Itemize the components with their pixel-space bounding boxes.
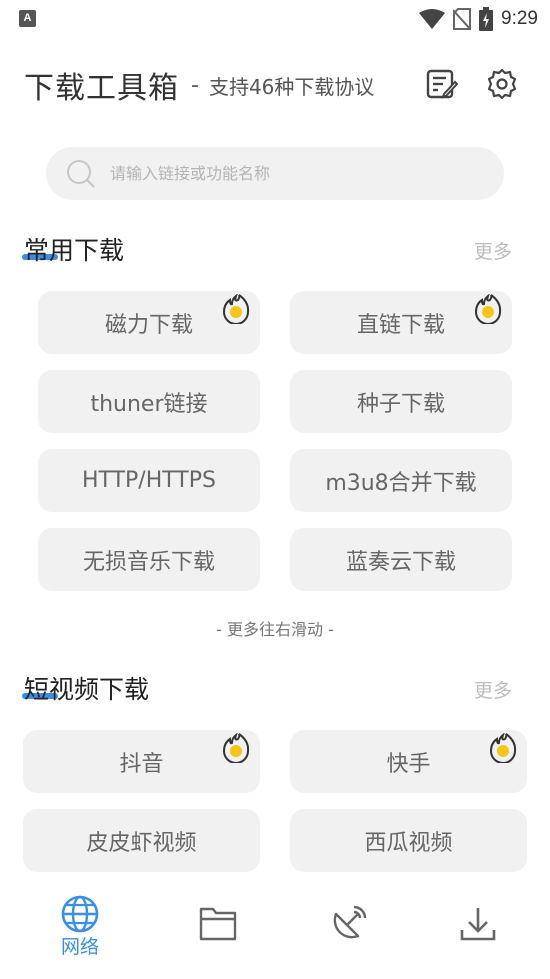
tile-douyin[interactable]: 抖音: [23, 730, 260, 793]
tile-xigua-video[interactable]: 西瓜视频: [290, 809, 527, 872]
tile-lossless-music-download[interactable]: 无损音乐下载: [38, 528, 260, 591]
globe-icon: [61, 895, 99, 933]
tile-m3u8-merge-download[interactable]: m3u8合并下载: [290, 449, 512, 512]
status-time: 9:29: [501, 8, 538, 29]
status-bar: A 9:29: [0, 0, 550, 38]
battery-charging-icon: [479, 7, 494, 31]
tile-magnet-download[interactable]: 磁力下载: [38, 291, 260, 354]
title-separator: -: [191, 72, 199, 98]
search-icon: [67, 159, 95, 188]
wifi-icon: [419, 9, 446, 29]
settings-button[interactable]: [484, 66, 520, 102]
nav-files-tab[interactable]: [178, 904, 258, 974]
section-title-short-video: 短视频下载: [22, 675, 150, 704]
more-common-link[interactable]: 更多: [474, 237, 512, 264]
edit-note-icon: [426, 69, 458, 99]
app-notification-icon: A: [19, 10, 36, 27]
tile-thuner-link[interactable]: thuner链接: [38, 370, 260, 433]
folder-icon: [199, 907, 237, 941]
bottom-nav: 网络: [0, 890, 550, 979]
hot-flame-icon: [222, 733, 250, 763]
download-icon: [460, 908, 496, 941]
more-short-video-link[interactable]: 更多: [474, 676, 512, 703]
notes-button[interactable]: [424, 66, 460, 102]
gear-icon: [487, 68, 517, 100]
search-bar[interactable]: [46, 147, 504, 200]
app-subtitle: 支持46种下载协议: [208, 74, 375, 99]
scroll-hint: - 更多往右滑动 -: [216, 620, 334, 639]
nav-web-label: 网络: [60, 936, 99, 958]
nav-radar-tab[interactable]: [308, 904, 388, 974]
tile-direct-link-download[interactable]: 直链下载: [290, 291, 512, 354]
tile-lanzou-download[interactable]: 蓝奏云下载: [290, 528, 512, 591]
app-title: 下载工具箱: [24, 71, 179, 106]
no-sim-icon: [453, 8, 472, 30]
satellite-dish-icon: [333, 905, 367, 939]
tile-http-https[interactable]: HTTP/HTTPS: [38, 449, 260, 512]
status-icons: 9:29: [419, 6, 538, 32]
tile-kuaishou[interactable]: 快手: [290, 730, 527, 793]
hot-flame-icon: [474, 294, 502, 324]
nav-downloads-tab[interactable]: [438, 904, 518, 974]
tile-torrent-download[interactable]: 种子下载: [290, 370, 512, 433]
hot-flame-icon: [222, 294, 250, 324]
search-input[interactable]: [110, 164, 450, 183]
tile-pipixia-video[interactable]: 皮皮虾视频: [23, 809, 260, 872]
section-title-common: 常用下载: [22, 236, 125, 265]
nav-web-tab[interactable]: 网络: [40, 894, 120, 964]
app-header: 下载工具箱 - 支持46种下载协议: [24, 62, 374, 108]
hot-flame-icon: [489, 733, 517, 763]
